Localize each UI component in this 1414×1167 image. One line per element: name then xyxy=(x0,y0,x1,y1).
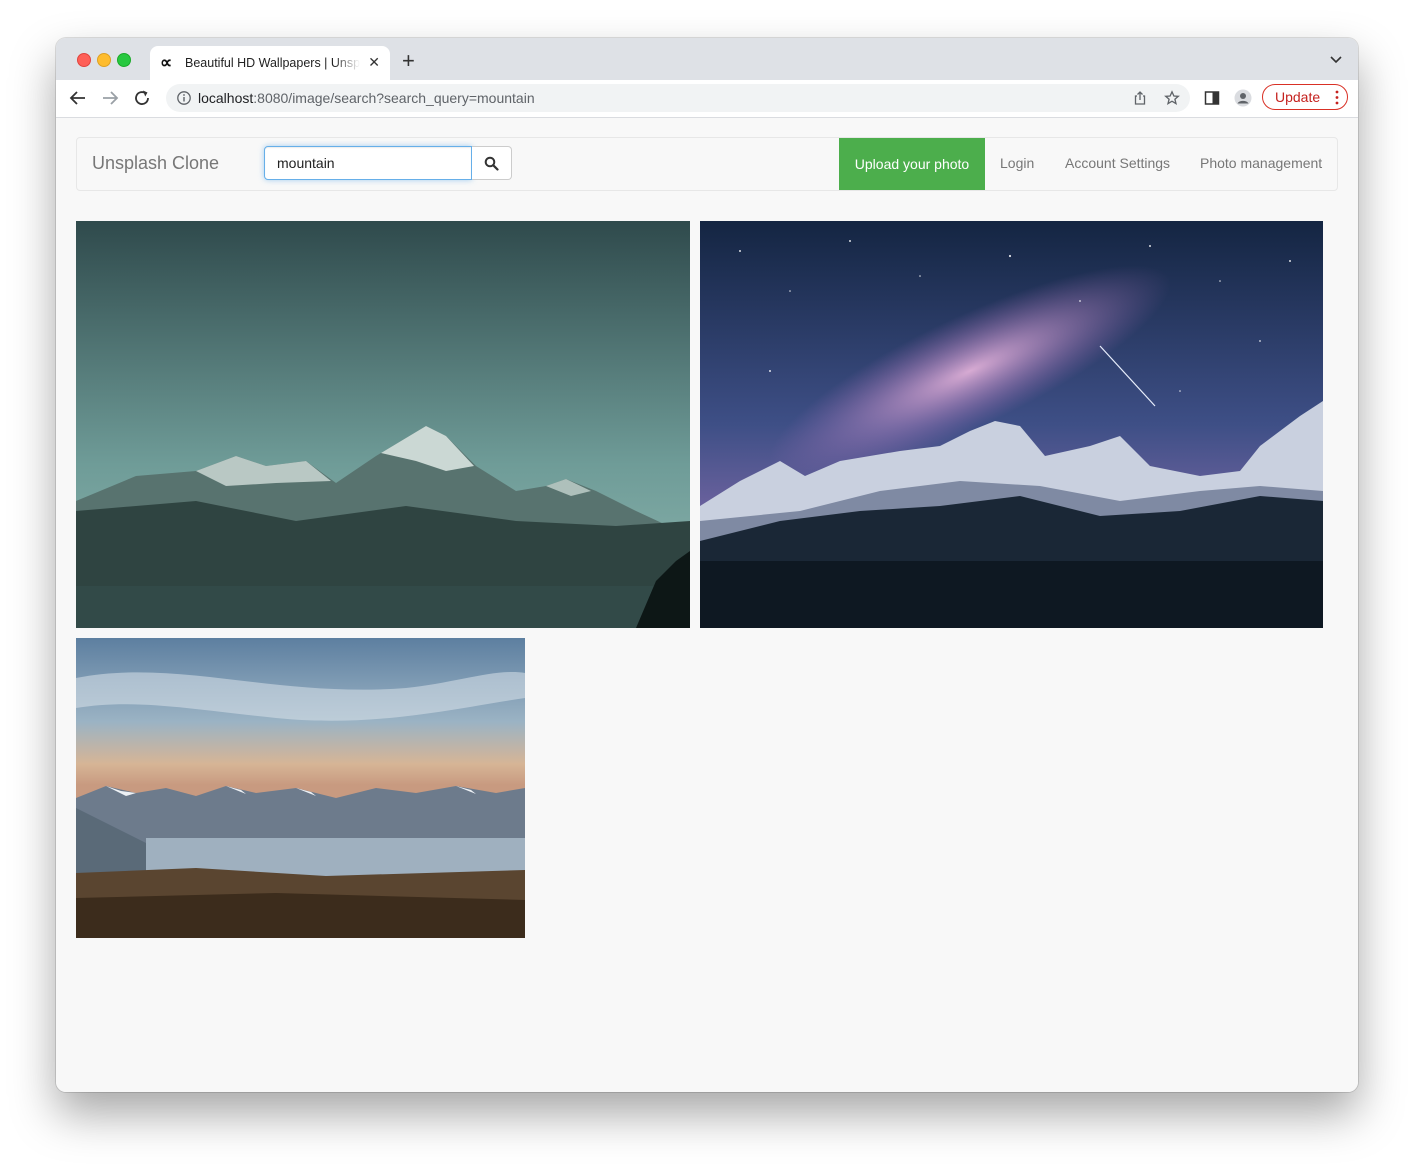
photo-image xyxy=(76,221,690,628)
favicon-icon: ∝ xyxy=(160,53,173,72)
share-icon[interactable] xyxy=(1132,90,1148,106)
tab-title: Beautiful HD Wallpapers | Unsplash Clone xyxy=(185,56,360,70)
upload-photo-button[interactable]: Upload your photo xyxy=(839,138,985,190)
profile-icon[interactable] xyxy=(1234,89,1252,107)
search-button[interactable] xyxy=(472,146,512,180)
update-label: Update xyxy=(1275,89,1321,105)
site-brand[interactable]: Unsplash Clone xyxy=(92,153,219,173)
update-button[interactable]: Update xyxy=(1262,84,1348,110)
browser-tab[interactable]: ∝ Beautiful HD Wallpapers | Unsplash Clo… xyxy=(150,46,390,80)
tab-close-icon[interactable]: ✕ xyxy=(368,54,380,70)
minimize-window-button[interactable] xyxy=(97,53,111,67)
close-window-button[interactable] xyxy=(77,53,91,67)
back-arrow-icon[interactable] xyxy=(67,87,89,109)
photo-image xyxy=(76,638,525,938)
login-link[interactable]: Login xyxy=(1000,155,1034,171)
account-settings-link[interactable]: Account Settings xyxy=(1065,155,1170,171)
site-info-icon[interactable] xyxy=(176,90,192,106)
search-input[interactable] xyxy=(264,146,472,180)
photo-card[interactable] xyxy=(76,638,525,938)
browser-window: ∝ Beautiful HD Wallpapers | Unsplash Clo… xyxy=(56,38,1358,1092)
photo-management-link[interactable]: Photo management xyxy=(1200,155,1322,171)
forward-arrow-icon[interactable] xyxy=(99,87,121,109)
tab-search-chevron-icon[interactable] xyxy=(1328,51,1344,67)
search-icon xyxy=(484,156,499,171)
bookmark-star-icon[interactable] xyxy=(1164,90,1180,106)
tab-strip: ∝ Beautiful HD Wallpapers | Unsplash Clo… xyxy=(56,38,1358,80)
maximize-window-button[interactable] xyxy=(117,53,131,67)
site-navbar: Unsplash Clone Upload your photo Login A… xyxy=(76,137,1338,191)
photo-card[interactable] xyxy=(76,221,690,628)
photo-image xyxy=(700,221,1323,628)
web-page: Unsplash Clone Upload your photo Login A… xyxy=(56,118,1358,1092)
more-vert-icon[interactable] xyxy=(1335,90,1339,105)
photo-card[interactable] xyxy=(700,221,1323,628)
url-text: localhost:8080/image/search?search_query… xyxy=(198,90,535,106)
side-panel-icon[interactable] xyxy=(1203,89,1221,107)
address-bar[interactable]: localhost:8080/image/search?search_query… xyxy=(166,84,1190,112)
reload-icon[interactable] xyxy=(131,87,153,109)
new-tab-icon[interactable]: + xyxy=(402,50,415,72)
browser-toolbar: localhost:8080/image/search?search_query… xyxy=(56,80,1358,118)
